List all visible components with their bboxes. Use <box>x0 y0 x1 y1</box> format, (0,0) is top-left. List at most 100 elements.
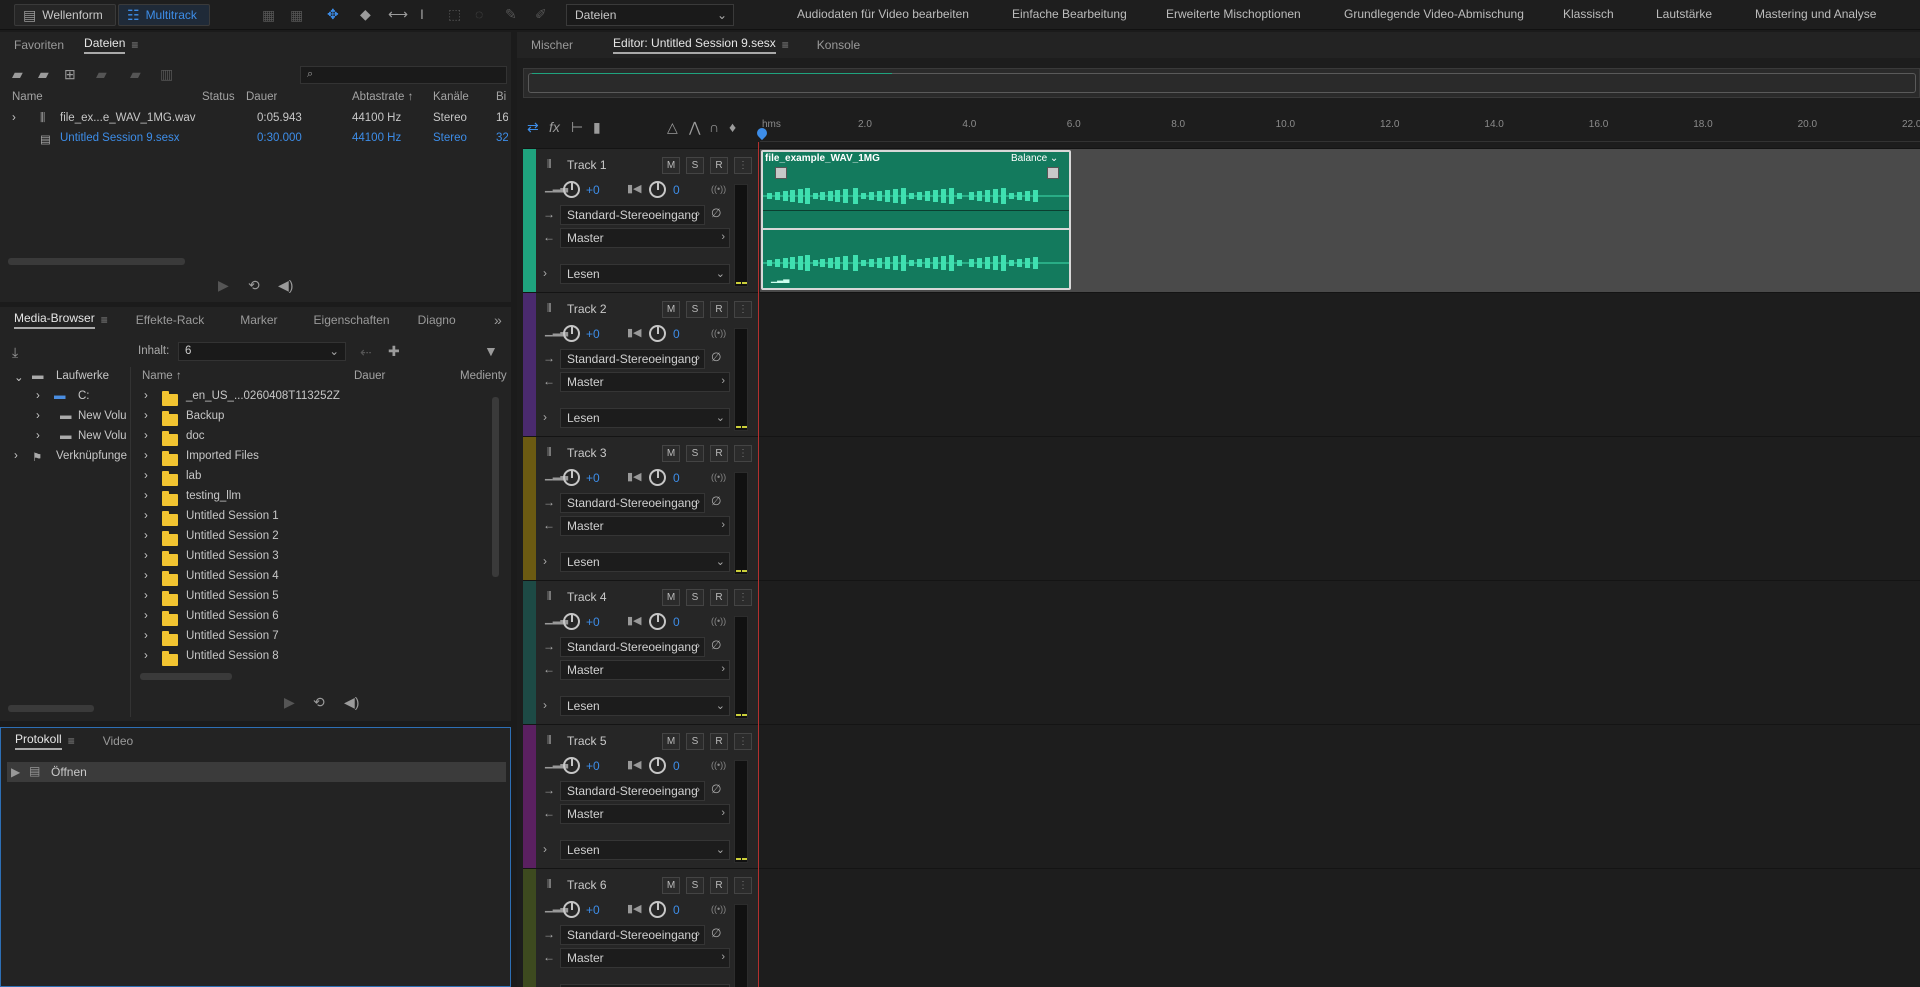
tab-editor[interactable]: Editor: Untitled Session 9.sesx ≡ <box>603 32 799 58</box>
eq-icon[interactable]: ▮ <box>593 120 601 134</box>
volume-knob[interactable] <box>563 613 580 630</box>
track-header[interactable]: ⫼ Track 3 M S R ⋮ ▁▂▃ +0 ▮◀ 0 ((•)) → Standard-Stere… <box>523 437 758 581</box>
play-icon[interactable]: ▶ <box>218 278 229 292</box>
automation-mode-select[interactable]: Lesen⌄ <box>560 552 730 572</box>
file-row-selected[interactable]: ▤ Untitled Session 9.sesx 0:30.000 44100… <box>0 132 511 152</box>
more-tabs-icon[interactable]: » <box>494 313 502 327</box>
tab-history[interactable]: Protokoll ≡ <box>5 728 85 754</box>
record-button[interactable]: R <box>710 589 728 606</box>
workspace-item[interactable]: Einfache Bearbeitung <box>1012 7 1127 21</box>
healing-tool-icon[interactable]: ✐ <box>535 7 547 21</box>
splitter[interactable] <box>130 367 131 717</box>
mute-button[interactable]: M <box>662 157 680 174</box>
monitor-input-icon[interactable]: ((•)) <box>711 760 726 770</box>
more-icon[interactable]: ⋮ <box>734 877 752 894</box>
mute-button[interactable]: M <box>662 733 680 750</box>
overview-zoom-bar[interactable] <box>523 68 1920 98</box>
expand-automation-icon[interactable]: › <box>543 410 547 424</box>
media-folder-row[interactable]: › Untitled Session 1 <box>136 510 506 530</box>
tab-diagnostics[interactable]: Diagno <box>408 307 466 333</box>
monitor-input-icon[interactable]: ((•)) <box>711 472 726 482</box>
input-select[interactable]: Standard-Stereoeingang › <box>560 925 705 945</box>
chevron-right-icon[interactable]: › <box>144 490 148 502</box>
media-folder-row[interactable]: › doc <box>136 430 506 450</box>
autoplay-icon[interactable]: ◀) <box>344 695 359 709</box>
pan-value[interactable]: 0 <box>673 471 680 485</box>
tree-item-c[interactable]: › ▬ C: <box>6 390 128 410</box>
track-name[interactable]: Track 5 <box>567 734 607 748</box>
col-bits[interactable]: Bi <box>496 91 510 103</box>
tab-favorites[interactable]: Favoriten <box>4 32 74 58</box>
lasso-tool-icon[interactable]: ◌ <box>475 7 483 21</box>
volume-value[interactable]: +0 <box>586 327 600 341</box>
workspace-item[interactable]: Audiodaten für Video bearbeiten <box>797 7 969 21</box>
solo-button[interactable]: S <box>686 157 704 174</box>
media-folder-row[interactable]: › Untitled Session 3 <box>136 550 506 570</box>
pan-knob[interactable] <box>649 757 666 774</box>
insert-cd-icon[interactable]: ▰ <box>130 67 141 81</box>
tab-markers[interactable]: Marker <box>230 307 287 333</box>
fade-in-handle[interactable] <box>775 167 787 179</box>
pan-knob[interactable] <box>649 901 666 918</box>
track-lane[interactable]: file_example_WAV_1MG Balance ⌄ ▁▂▃ <box>760 149 1920 293</box>
media-folder-row[interactable]: › Backup <box>136 410 506 430</box>
expand-automation-icon[interactable]: › <box>543 842 547 856</box>
track-header[interactable]: ⫼ Track 2 M S R ⋮ ▁▂▃ +0 ▮◀ 0 ((•)) → Standard-Stere… <box>523 293 758 437</box>
tree-item-volume[interactable]: › ▬ New Volu <box>6 410 128 430</box>
workspace-item[interactable]: Grundlegende Video-Abmischung <box>1344 7 1524 21</box>
more-icon[interactable]: ⋮ <box>734 589 752 606</box>
track-header[interactable]: ⫼ Track 5 M S R ⋮ ▁▂▃ +0 ▮◀ 0 ((•)) → Standard-Stere… <box>523 725 758 869</box>
marquee-tool-icon[interactable]: ⬚ <box>448 7 461 21</box>
track-name[interactable]: Track 2 <box>567 302 607 316</box>
loop-icon[interactable]: ⟲ <box>248 278 260 292</box>
play-icon[interactable]: ▶ <box>284 695 295 709</box>
marker-pin-icon[interactable]: ♦ <box>729 120 736 134</box>
track-name[interactable]: Track 1 <box>567 158 607 172</box>
track-name[interactable]: Track 6 <box>567 878 607 892</box>
chevron-right-icon[interactable]: › <box>144 530 148 542</box>
volume-value[interactable]: +0 <box>586 183 600 197</box>
clip-pan-label[interactable]: Balance ⌄ <box>1011 153 1058 164</box>
new-file-icon[interactable]: ⊞ <box>64 67 76 81</box>
automation-mode-select[interactable]: Lesen⌄ <box>560 264 730 284</box>
chevron-right-icon[interactable]: › <box>144 510 148 522</box>
pan-knob[interactable] <box>649 613 666 630</box>
solo-button[interactable]: S <box>686 445 704 462</box>
tree-hscrollbar[interactable] <box>8 705 94 712</box>
filter-icon[interactable]: ▼ <box>484 344 498 358</box>
output-select[interactable]: Master › <box>560 660 730 680</box>
phase-invert-icon[interactable]: ∅ <box>711 782 721 796</box>
mute-button[interactable]: M <box>662 445 680 462</box>
loop-icon[interactable]: ⟲ <box>313 695 325 709</box>
monitor-input-icon[interactable]: ((•)) <box>711 904 726 914</box>
tab-console[interactable]: Konsole <box>807 32 870 58</box>
phase-invert-icon[interactable]: ∅ <box>711 638 721 652</box>
waveform-view-button[interactable]: ▤ Wellenform <box>14 4 116 26</box>
chevron-right-icon[interactable]: › <box>144 590 148 602</box>
media-folder-row[interactable]: › Imported Files <box>136 450 506 470</box>
output-select[interactable]: Master › <box>560 516 730 536</box>
automation-mode-select[interactable]: Lesen⌄ <box>560 840 730 860</box>
content-dropdown[interactable]: 6 ⌄ <box>178 342 346 361</box>
solo-button[interactable]: S <box>686 877 704 894</box>
expand-automation-icon[interactable]: › <box>543 266 547 280</box>
chevron-right-icon[interactable]: › <box>144 610 148 622</box>
snap-icon[interactable]: ⋀ <box>689 120 700 134</box>
download-icon[interactable]: ⤓ <box>12 345 18 359</box>
chevron-right-icon[interactable]: › <box>144 410 148 422</box>
clip-gain-icon[interactable]: ▁▂▃ <box>771 274 789 283</box>
tab-files[interactable]: Dateien ≡ <box>74 32 148 58</box>
media-folder-row[interactable]: › Untitled Session 2 <box>136 530 506 550</box>
pan-knob[interactable] <box>649 325 666 342</box>
monitor-input-icon[interactable]: ((•)) <box>711 184 726 194</box>
tab-video[interactable]: Video <box>93 728 143 754</box>
more-icon[interactable]: ⋮ <box>734 445 752 462</box>
pitch-display-icon[interactable]: ▦ <box>290 8 303 22</box>
track-lane[interactable] <box>760 725 1920 869</box>
track-lane[interactable] <box>760 869 1920 987</box>
automation-mode-select[interactable]: Lesen⌄ <box>560 408 730 428</box>
track-header[interactable]: ⫼ Track 1 M S R ⋮ ▁▂▃ +0 ▮◀ 0 ((•)) → Standard-Stere… <box>523 149 758 293</box>
pan-knob[interactable] <box>649 181 666 198</box>
phase-invert-icon[interactable]: ∅ <box>711 350 721 364</box>
input-select[interactable]: Standard-Stereoeingang › <box>560 349 705 369</box>
